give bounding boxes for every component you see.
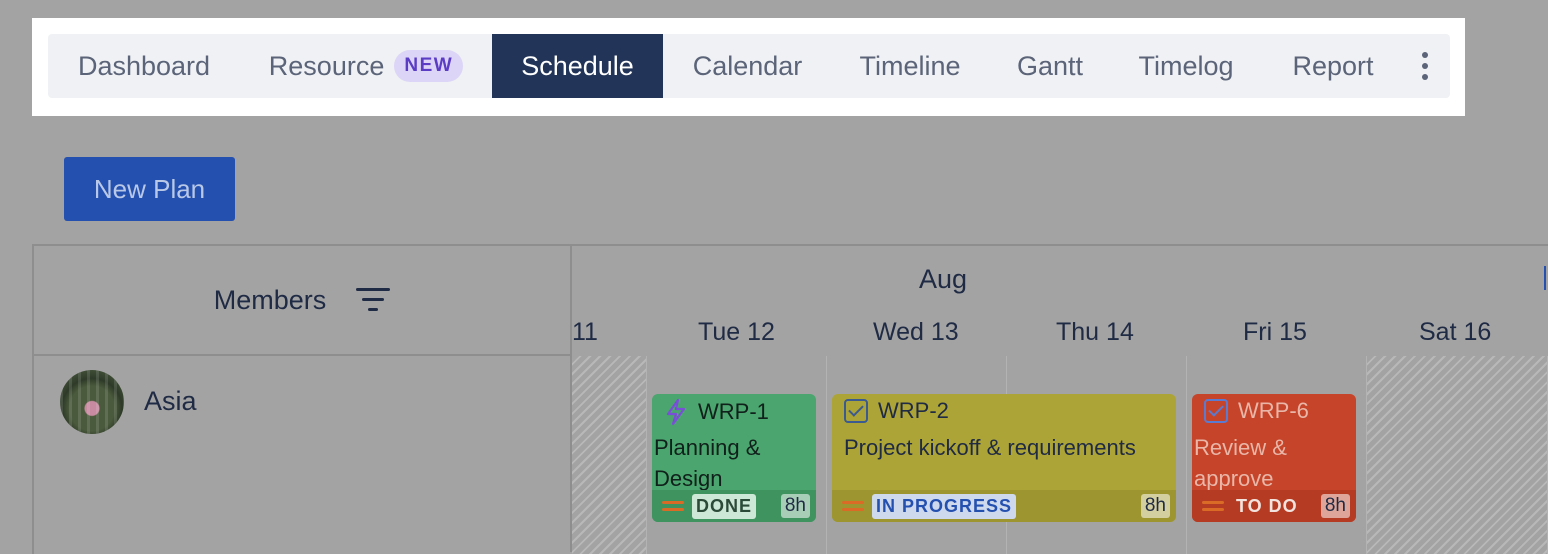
priority-medium-icon <box>842 500 864 512</box>
task-header: WRP-1 <box>664 398 769 426</box>
kebab-vertical-icon[interactable] <box>1413 52 1437 80</box>
task-title: Project kickoff & requirements <box>844 435 1136 460</box>
day-header-12[interactable]: Tue 12 <box>698 318 775 347</box>
day-header-14[interactable]: Thu 14 <box>1056 318 1134 347</box>
filter-icon[interactable] <box>356 286 391 314</box>
tab-label: Calendar <box>692 50 803 81</box>
tab-label: Resource <box>268 50 385 81</box>
tab-resource[interactable]: Resource NEW <box>240 34 492 98</box>
project-tab-bar: Dashboard Resource NEW Schedule Calendar … <box>48 34 1450 98</box>
task-card-wrp-1[interactable]: WRP-1 Planning & Design DONE 8h <box>652 394 816 522</box>
member-name: Asia <box>144 386 197 416</box>
task-title: Planning & Design <box>654 435 761 491</box>
schedule-grid: Members Asia Aug 11 Tue 12 Wed 13 Thu 14… <box>32 244 1548 554</box>
task-card-wrp-2[interactable]: WRP-2 Project kickoff & requirements IN … <box>832 394 1176 522</box>
day-cell-16[interactable] <box>1367 356 1548 554</box>
tab-calendar[interactable]: Calendar <box>663 34 832 98</box>
status-badge: DONE <box>692 493 757 519</box>
day-cell-11[interactable] <box>572 356 647 554</box>
status-badge: IN PROGRESS <box>872 493 1017 519</box>
task-footer: TO DO 8h <box>1192 490 1356 522</box>
tab-report[interactable]: Report <box>1260 34 1406 98</box>
task-card-wrp-6[interactable]: WRP-6 Review & approve TO DO 8h <box>1192 394 1356 522</box>
tab-label: Report <box>1292 50 1374 81</box>
task-footer: DONE 8h <box>652 490 816 522</box>
members-label: Members <box>213 284 327 315</box>
tab-label: Gantt <box>1016 50 1084 81</box>
checkbox-icon <box>844 399 868 423</box>
task-footer: IN PROGRESS 8h <box>832 490 1176 522</box>
task-key: WRP-6 <box>1238 398 1309 423</box>
tab-timeline[interactable]: Timeline <box>832 34 988 98</box>
month-label: Aug <box>919 264 968 294</box>
tab-label: Timeline <box>859 50 961 81</box>
tab-label: Schedule <box>521 50 634 81</box>
avatar[interactable] <box>60 370 124 434</box>
bolt-icon <box>666 398 686 426</box>
hours-badge: 8h <box>1140 494 1170 518</box>
task-key: WRP-1 <box>698 399 769 424</box>
task-header: WRP-2 <box>844 398 949 424</box>
day-header-15[interactable]: Fri 15 <box>1243 318 1307 347</box>
tab-gantt[interactable]: Gantt <box>988 34 1112 98</box>
day-header-11[interactable]: 11 <box>572 318 598 347</box>
task-key: WRP-2 <box>878 398 949 423</box>
members-column-header: Members <box>34 246 572 356</box>
status-badge: TO DO <box>1236 495 1298 516</box>
priority-medium-icon <box>662 500 684 512</box>
today-marker <box>1544 266 1546 290</box>
checkbox-icon <box>1204 399 1228 423</box>
day-header-13[interactable]: Wed 13 <box>873 318 959 347</box>
hours-badge: 8h <box>780 494 810 518</box>
new-plan-button[interactable]: New Plan <box>64 157 235 221</box>
new-badge: NEW <box>394 50 464 82</box>
tab-label: Timelog <box>1138 50 1234 81</box>
tab-schedule[interactable]: Schedule <box>492 34 663 98</box>
nav-highlight-frame: Dashboard Resource NEW Schedule Calendar … <box>32 18 1465 116</box>
day-header-16[interactable]: Sat 16 <box>1419 318 1491 347</box>
task-header: WRP-6 <box>1204 398 1309 424</box>
tab-label: Dashboard <box>77 50 211 81</box>
task-title: Review & approve <box>1194 435 1287 491</box>
tab-timelog[interactable]: Timelog <box>1112 34 1260 98</box>
priority-medium-icon <box>1202 500 1224 512</box>
tab-dashboard[interactable]: Dashboard <box>48 34 240 98</box>
member-row: Asia <box>34 356 572 552</box>
hours-badge: 8h <box>1320 494 1350 518</box>
